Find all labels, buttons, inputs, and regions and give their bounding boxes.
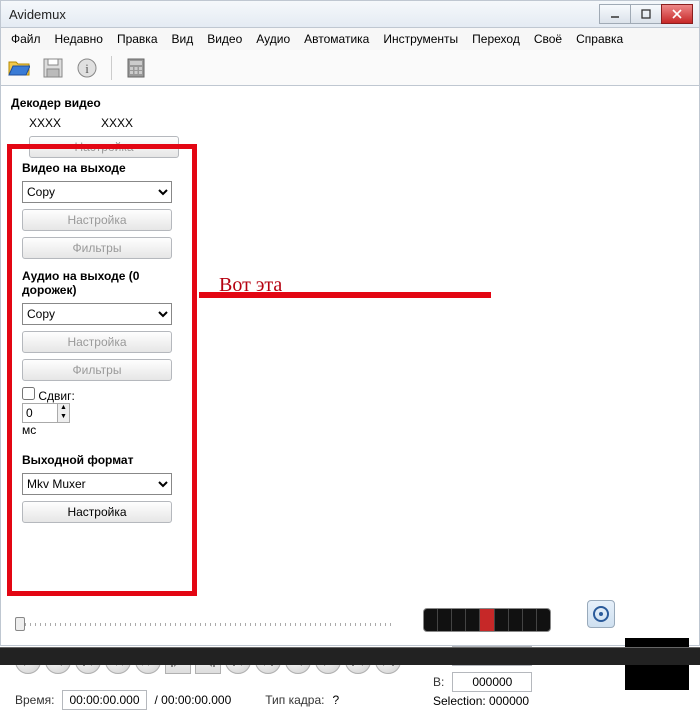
menu-view[interactable]: Вид <box>166 30 200 48</box>
title-bar: Avidemux <box>0 0 700 28</box>
main-panel: Декодер видео XXXX XXXX Настройка Видео … <box>0 86 700 646</box>
audio-output-section: Аудио на выходе (0 дорожек) Copy Настрой… <box>22 269 182 437</box>
info-icon[interactable]: i <box>75 56 99 80</box>
menu-video[interactable]: Видео <box>201 30 248 48</box>
volume-button[interactable] <box>587 600 615 628</box>
highlighted-output-panel: Видео на выходе Copy Настройка Фильтры А… <box>7 144 197 596</box>
output-format-section: Выходной формат Mkv Muxer Настройка <box>22 453 182 523</box>
window-title: Avidemux <box>9 7 66 22</box>
audio-filters-button[interactable]: Фильтры <box>22 359 172 381</box>
annotation-text: Вот эта <box>219 274 282 297</box>
video-output-title: Видео на выходе <box>22 161 182 175</box>
mark-b-label: B: <box>433 675 444 689</box>
close-button[interactable] <box>661 4 693 24</box>
video-output-section: Видео на выходе Copy Настройка Фильтры <box>22 161 182 259</box>
frame-type-label: Тип кадра: <box>265 693 324 707</box>
video-config-button[interactable]: Настройка <box>22 209 172 231</box>
jog-wheel[interactable] <box>423 608 551 632</box>
audio-shift-unit: мс <box>22 423 36 437</box>
audio-shift-input[interactable] <box>23 404 57 422</box>
calculator-icon[interactable] <box>124 56 148 80</box>
output-muxer-select[interactable]: Mkv Muxer <box>22 473 172 495</box>
menu-help[interactable]: Справка <box>570 30 629 48</box>
audio-shift-stepper[interactable]: ▲▼ <box>22 403 70 423</box>
decoder-field-2: XXXX <box>101 116 133 130</box>
timeline-slider[interactable] <box>15 616 395 632</box>
audio-output-title: Аудио на выходе (0 дорожек) <box>22 269 182 297</box>
video-codec-select[interactable]: Copy <box>22 181 172 203</box>
menu-recent[interactable]: Недавно <box>49 30 109 48</box>
audio-shift-label: Сдвиг: <box>38 389 74 403</box>
time-row: Время: 00:00:00.000 / 00:00:00.000 Тип к… <box>15 690 339 710</box>
open-file-icon[interactable] <box>7 56 31 80</box>
menu-audio[interactable]: Аудио <box>250 30 296 48</box>
spin-up-icon[interactable]: ▲ <box>57 404 69 413</box>
svg-text:i: i <box>85 61 89 76</box>
save-icon[interactable] <box>41 56 65 80</box>
selection-label: Selection: <box>433 694 486 708</box>
time-total: / 00:00:00.000 <box>155 693 232 707</box>
toolbar: i <box>0 50 700 86</box>
output-format-title: Выходной формат <box>22 453 182 467</box>
time-value[interactable]: 00:00:00.000 <box>62 690 146 710</box>
decoder-field-1: XXXX <box>29 116 61 130</box>
menu-edit[interactable]: Правка <box>111 30 164 48</box>
output-config-button[interactable]: Настройка <box>22 501 172 523</box>
audio-codec-select[interactable]: Copy <box>22 303 172 325</box>
video-filters-button[interactable]: Фильтры <box>22 237 172 259</box>
audio-config-button[interactable]: Настройка <box>22 331 172 353</box>
maximize-button[interactable] <box>630 4 662 24</box>
time-label: Время: <box>15 693 54 707</box>
menu-tools[interactable]: Инструменты <box>377 30 464 48</box>
menu-goto[interactable]: Переход <box>466 30 526 48</box>
menu-bar: Файл Недавно Правка Вид Видео Аудио Авто… <box>0 28 700 50</box>
menu-file[interactable]: Файл <box>5 30 47 48</box>
selection-row: Selection: 000000 <box>433 694 529 708</box>
selection-value: 000000 <box>489 694 529 708</box>
status-bar <box>0 647 700 665</box>
mark-b-value: 000000 <box>452 672 532 692</box>
audio-shift-row: Сдвиг: ▲▼ мс <box>22 387 182 437</box>
spin-down-icon[interactable]: ▼ <box>57 413 69 422</box>
menu-custom[interactable]: Своё <box>528 30 568 48</box>
toolbar-separator <box>111 56 112 80</box>
timeline-thumb[interactable] <box>15 617 25 631</box>
window-controls <box>600 4 693 24</box>
minimize-button[interactable] <box>599 4 631 24</box>
frame-type-value: ? <box>332 693 339 707</box>
decoder-title: Декодер видео <box>11 96 689 110</box>
menu-auto[interactable]: Автоматика <box>298 30 375 48</box>
audio-shift-checkbox[interactable] <box>22 387 35 400</box>
